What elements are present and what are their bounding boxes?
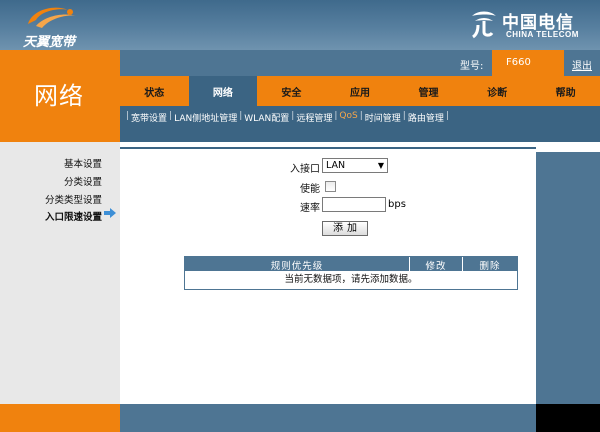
tab-application[interactable]: 应用 [326,76,395,106]
subnav-wlan[interactable]: WLAN配置 [244,111,289,124]
port-select[interactable]: LAN ▼ [322,158,388,173]
header-banner: 天翼宽带 中国电信 CHINA TELECOM [0,0,600,50]
tab-security[interactable]: 安全 [257,76,326,106]
tab-help[interactable]: 帮助 [531,76,600,106]
model-label: 型号: [460,61,484,72]
table-empty-message: 当前无数据项，请先添加数据。 [284,274,418,285]
subnav-remote-management[interactable]: 远程管理 [296,111,332,124]
arrow-right-icon [104,208,116,218]
column-header-modify: 修改 [425,261,447,272]
sidebar-item-basic-settings[interactable]: 基本设置 [64,156,102,170]
rate-unit: bps [388,199,406,210]
rule-table: 规则优先级 修改 删除 当前无数据项，请先添加数据。 [184,256,518,290]
subnav-time-management[interactable]: 时间管理 [365,111,401,124]
sidebar-item-classification-type[interactable]: 分类类型设置 [45,192,102,206]
sidebar-item-ingress-rate-limit[interactable]: 入口限速设置 [45,209,102,223]
content-divider [120,147,536,149]
enable-label: 使能 [300,184,320,195]
chevron-down-icon: ▼ [377,161,384,170]
sub-navigation: | 宽带设置 | LAN侧地址管理 | WLAN配置 | 远程管理 | QoS … [120,106,600,142]
subnav-routing[interactable]: 路由管理 [408,111,444,124]
column-header-delete: 删除 [479,261,501,272]
table-header: 规则优先级 修改 删除 [185,257,517,272]
china-telecom-emblem-icon [472,11,496,39]
right-panel [536,142,600,404]
footer-bar [120,404,536,432]
tab-management[interactable]: 管理 [394,76,463,106]
section-title: 网络 [34,82,84,110]
rate-input[interactable] [322,197,386,212]
subnav-qos[interactable]: QoS [339,111,357,124]
enable-checkbox[interactable] [325,181,336,192]
add-button[interactable]: 添加 [322,221,368,236]
footer-right [536,404,600,432]
tab-network[interactable]: 网络 [188,76,258,106]
info-bar: 型号: F660 退出 [120,50,600,76]
tab-diagnosis[interactable]: 诊断 [463,76,532,106]
sidebar-item-classification[interactable]: 分类设置 [64,174,102,188]
rate-label: 速率 [300,203,320,214]
port-label: 入接口 [290,164,320,175]
tianyi-broadband-logo: 天翼宽带 [8,4,90,50]
footer-left [0,404,120,432]
main-tabs: 状态 网络 安全 应用 管理 诊断 帮助 [120,76,600,106]
tianyi-swirl-icon [28,7,76,28]
china-telecom-logo: 中国电信 CHINA TELECOM [468,6,594,46]
tianyi-logo-text: 天翼宽带 [22,35,75,50]
port-select-value: LAN [326,160,346,171]
model-value: F660 [492,50,564,76]
sidebar: 基本设置 分类设置 分类类型设置 入口限速设置 [0,142,120,404]
tab-status[interactable]: 状态 [120,76,189,106]
column-header-priority: 规则优先级 [270,261,324,272]
china-telecom-en-text: CHINA TELECOM [506,30,579,39]
subnav-broadband[interactable]: 宽带设置 [131,111,167,124]
subnav-lan-address[interactable]: LAN侧地址管理 [174,111,237,124]
logout-link[interactable]: 退出 [572,57,592,72]
